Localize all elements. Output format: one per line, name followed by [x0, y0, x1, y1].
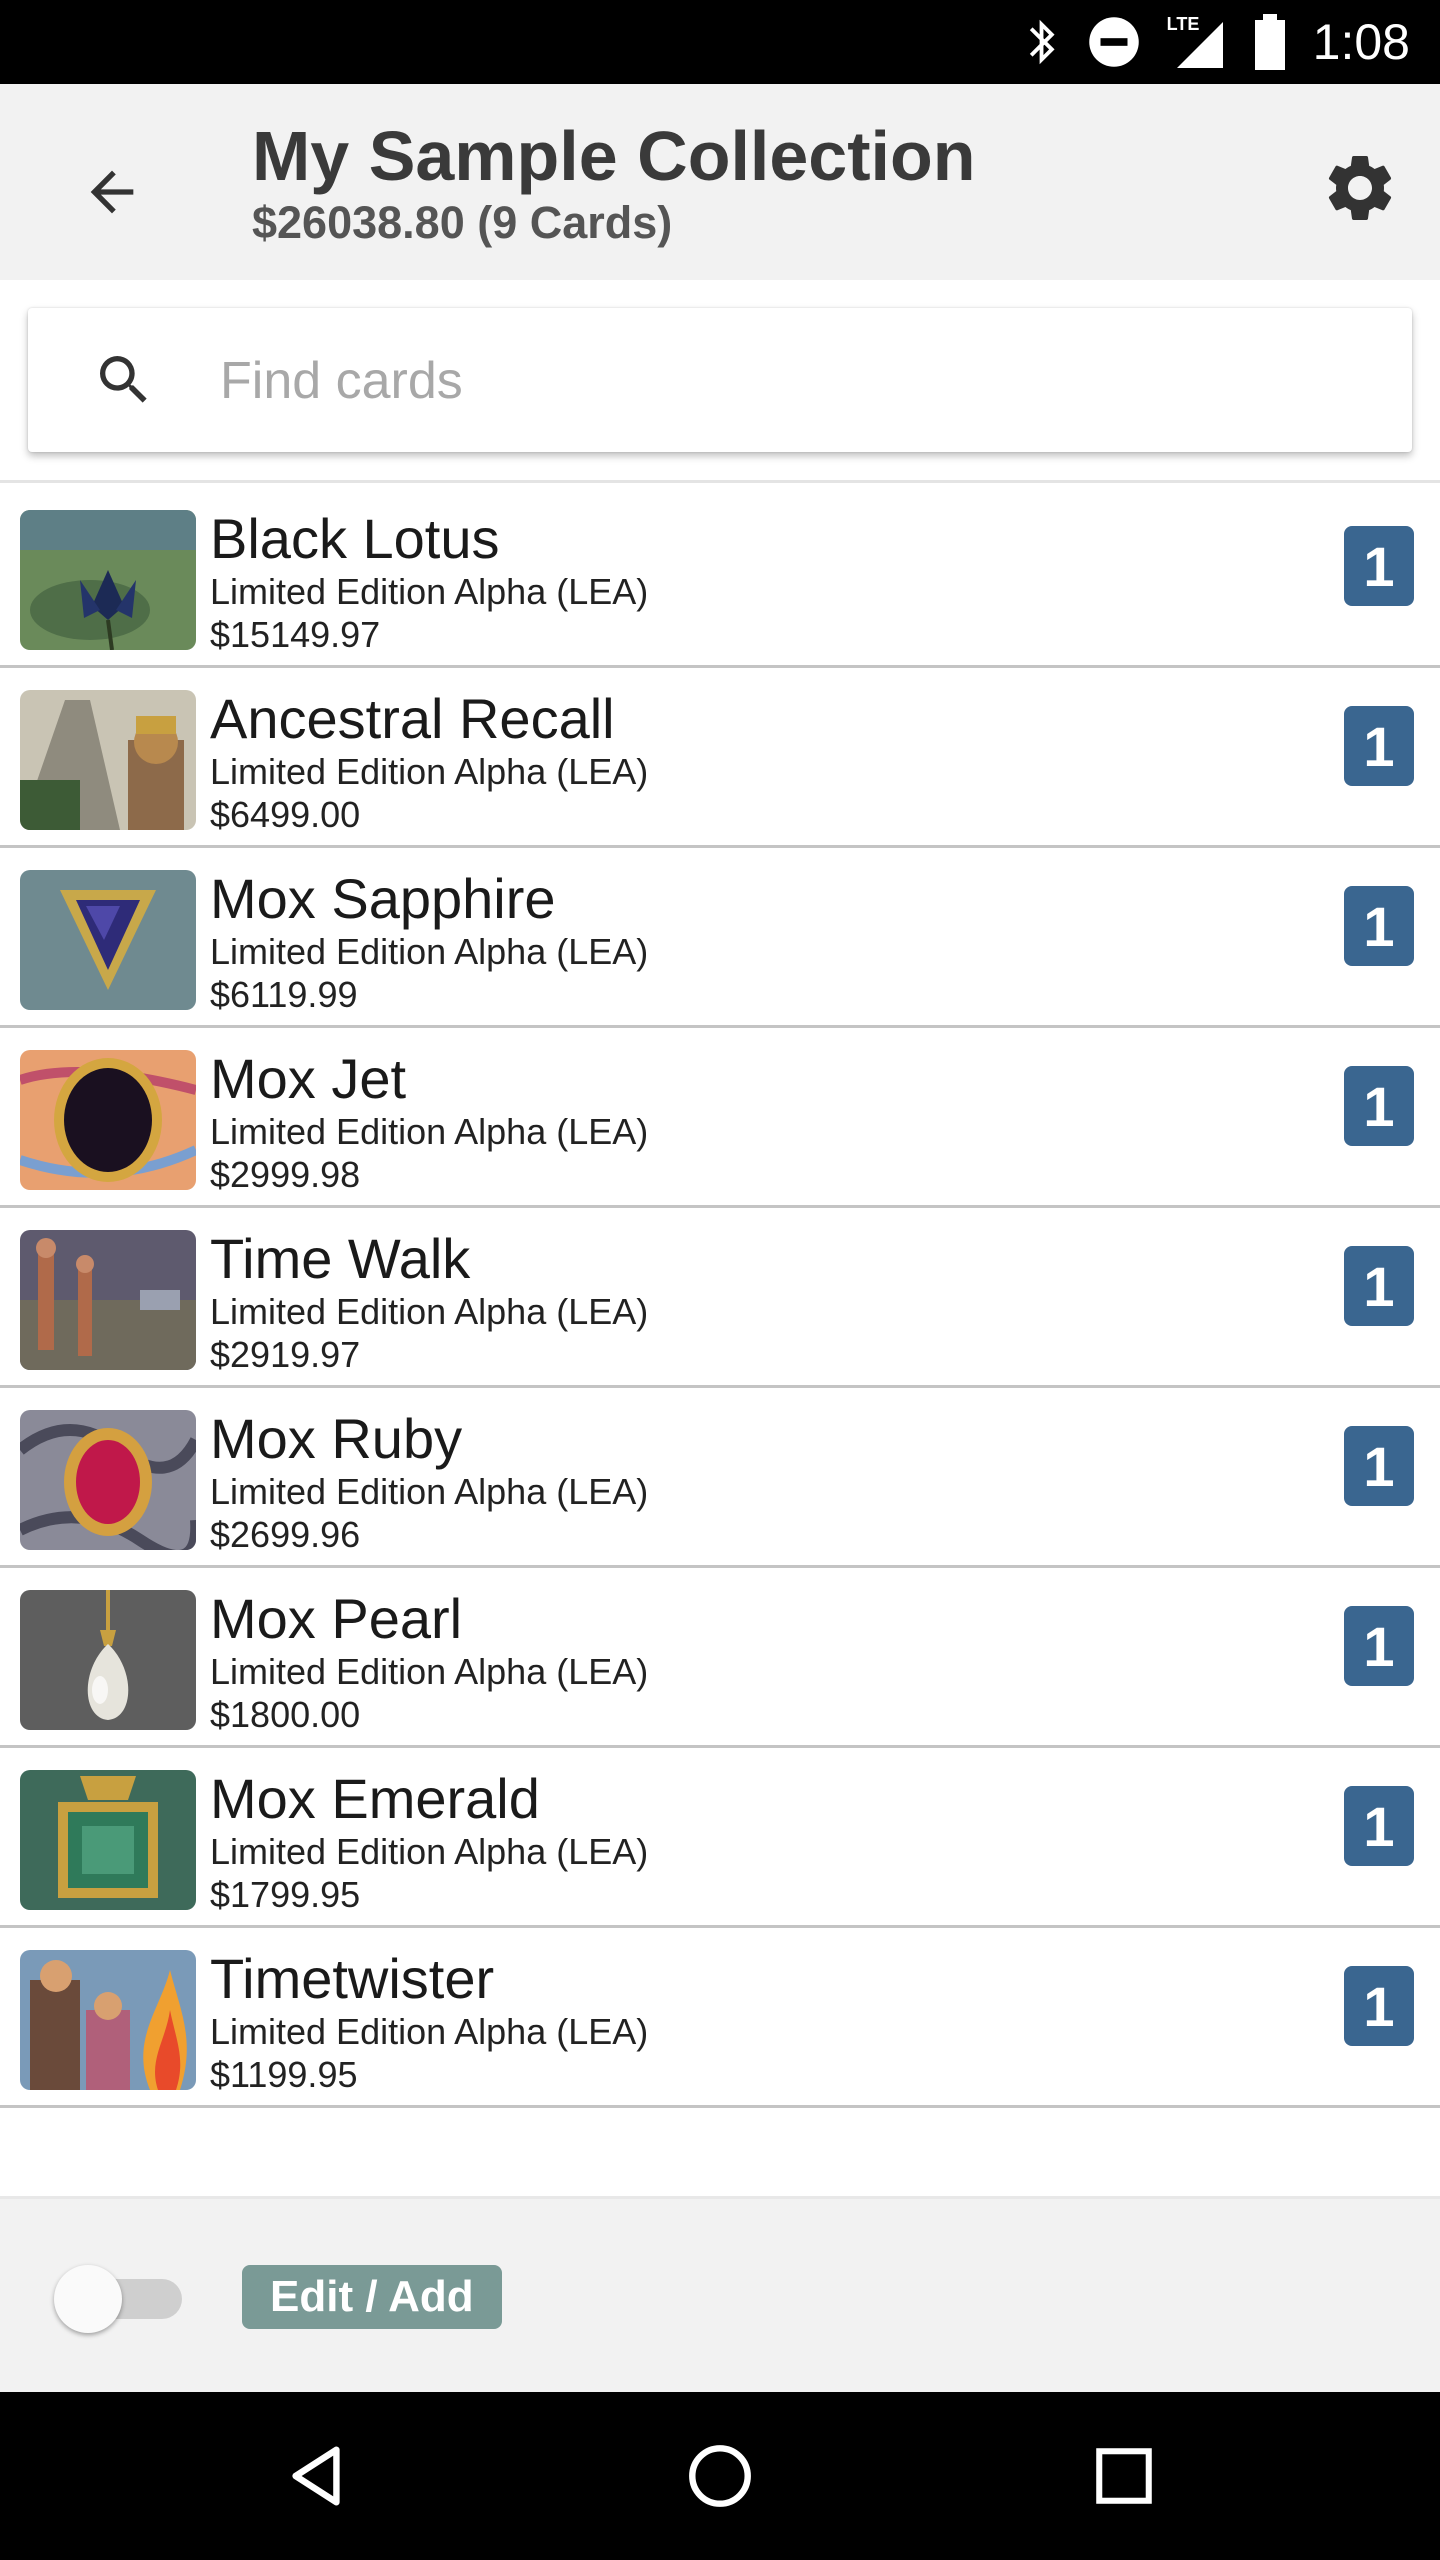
card-set: Limited Edition Alpha (LEA): [210, 1831, 649, 1872]
page-title: My Sample Collection: [252, 117, 976, 195]
quantity-badge[interactable]: 1: [1344, 1786, 1414, 1866]
card-thumbnail-ancestral-recall: [20, 690, 196, 830]
toggle-thumb: [54, 2265, 122, 2333]
search-input[interactable]: [218, 338, 1372, 424]
search-icon: [88, 344, 160, 416]
card-price: $1800.00: [210, 1694, 361, 1735]
back-button[interactable]: [62, 142, 162, 242]
card-thumbnail-time-walk: [20, 1230, 196, 1370]
battery-icon: [1253, 14, 1287, 70]
card-set: Limited Edition Alpha (LEA): [210, 931, 649, 972]
card-name: Time Walk: [210, 1227, 471, 1290]
list-item[interactable]: Ancestral Recall Limited Edition Alpha (…: [0, 668, 1440, 848]
quantity-badge[interactable]: 1: [1344, 526, 1414, 606]
card-set: Limited Edition Alpha (LEA): [210, 1471, 649, 1512]
card-name: Black Lotus: [210, 507, 500, 570]
card-name: Mox Pearl: [210, 1587, 463, 1650]
circle-home-icon: [689, 2445, 751, 2507]
list-item[interactable]: Mox Emerald Limited Edition Alpha (LEA) …: [0, 1748, 1440, 1928]
settings-button[interactable]: [1310, 138, 1410, 238]
card-price: $1199.95: [210, 2054, 358, 2095]
quantity-badge[interactable]: 1: [1344, 1606, 1414, 1686]
card-name: Ancestral Recall: [210, 687, 615, 750]
card-thumbnail-mox-pearl: [20, 1590, 196, 1730]
card-name: Mox Emerald: [210, 1767, 540, 1830]
card-price: $2999.98: [210, 1154, 361, 1195]
square-recents-icon: [1096, 2448, 1152, 2504]
search-bar[interactable]: [28, 308, 1412, 452]
list-item[interactable]: Mox Ruby Limited Edition Alpha (LEA) $26…: [0, 1388, 1440, 1568]
quantity-badge[interactable]: 1: [1344, 1966, 1414, 2046]
card-name: Mox Jet: [210, 1047, 407, 1110]
card-set: Limited Edition Alpha (LEA): [210, 1111, 649, 1152]
card-name: Timetwister: [210, 1947, 495, 2010]
arrow-left-icon: [90, 170, 134, 214]
bottom-toolbar: Edit / Add: [0, 2196, 1440, 2392]
nav-recents-button[interactable]: [1084, 2436, 1164, 2516]
card-thumbnail-mox-jet: [20, 1050, 196, 1190]
edit-mode-toggle[interactable]: [54, 2261, 184, 2333]
card-thumbnail-mox-sapphire: [20, 870, 196, 1010]
quantity-badge[interactable]: 1: [1344, 706, 1414, 786]
card-thumbnail-timetwister: [20, 1950, 196, 2090]
list-item[interactable]: Time Walk Limited Edition Alpha (LEA) $2…: [0, 1208, 1440, 1388]
edit-add-button[interactable]: Edit / Add: [242, 2265, 502, 2329]
card-set: Limited Edition Alpha (LEA): [210, 1651, 649, 1692]
lte-signal-icon: LTE: [1167, 14, 1227, 70]
triangle-back-icon: [292, 2446, 340, 2506]
list-item[interactable]: Mox Jet Limited Edition Alpha (LEA) $299…: [0, 1028, 1440, 1208]
card-thumbnail-mox-ruby: [20, 1410, 196, 1550]
card-name: Mox Ruby: [210, 1407, 463, 1470]
card-list: Black Lotus Limited Edition Alpha (LEA) …: [0, 484, 1440, 2108]
do-not-disturb-icon: [1087, 15, 1141, 69]
quantity-badge[interactable]: 1: [1344, 1426, 1414, 1506]
card-price: $6119.99: [210, 974, 358, 1015]
divider: [0, 480, 1440, 483]
nav-back-button[interactable]: [276, 2436, 356, 2516]
status-time: 1:08: [1312, 14, 1410, 70]
card-name: Mox Sapphire: [210, 867, 556, 930]
status-bar: LTE 1:08: [0, 0, 1440, 84]
quantity-badge[interactable]: 1: [1344, 1246, 1414, 1326]
list-item[interactable]: Mox Sapphire Limited Edition Alpha (LEA)…: [0, 848, 1440, 1028]
list-item[interactable]: Mox Pearl Limited Edition Alpha (LEA) $1…: [0, 1568, 1440, 1748]
card-set: Limited Edition Alpha (LEA): [210, 751, 649, 792]
collection-summary: $26038.80 (9 Cards): [252, 197, 673, 248]
card-price: $6499.00: [210, 794, 361, 835]
list-item[interactable]: Black Lotus Limited Edition Alpha (LEA) …: [0, 488, 1440, 668]
system-nav-bar: [0, 2392, 1440, 2560]
gear-icon: [1328, 155, 1392, 220]
nav-home-button[interactable]: [680, 2436, 760, 2516]
list-item[interactable]: Timetwister Limited Edition Alpha (LEA) …: [0, 1928, 1440, 2108]
quantity-badge[interactable]: 1: [1344, 1066, 1414, 1146]
card-set: Limited Edition Alpha (LEA): [210, 571, 649, 612]
card-price: $15149.97: [210, 614, 381, 655]
quantity-badge[interactable]: 1: [1344, 886, 1414, 966]
card-set: Limited Edition Alpha (LEA): [210, 2011, 649, 2052]
title-block: My Sample Collection $26038.80 (9 Cards): [252, 116, 975, 250]
card-price: $2699.96: [210, 1514, 361, 1555]
card-thumbnail-black-lotus: [20, 510, 196, 650]
card-price: $1799.95: [210, 1874, 361, 1915]
bluetooth-icon: [1025, 14, 1061, 70]
app-bar: My Sample Collection $26038.80 (9 Cards): [0, 84, 1440, 280]
card-price: $2919.97: [210, 1334, 361, 1375]
card-thumbnail-mox-emerald: [20, 1770, 196, 1910]
card-set: Limited Edition Alpha (LEA): [210, 1291, 649, 1332]
